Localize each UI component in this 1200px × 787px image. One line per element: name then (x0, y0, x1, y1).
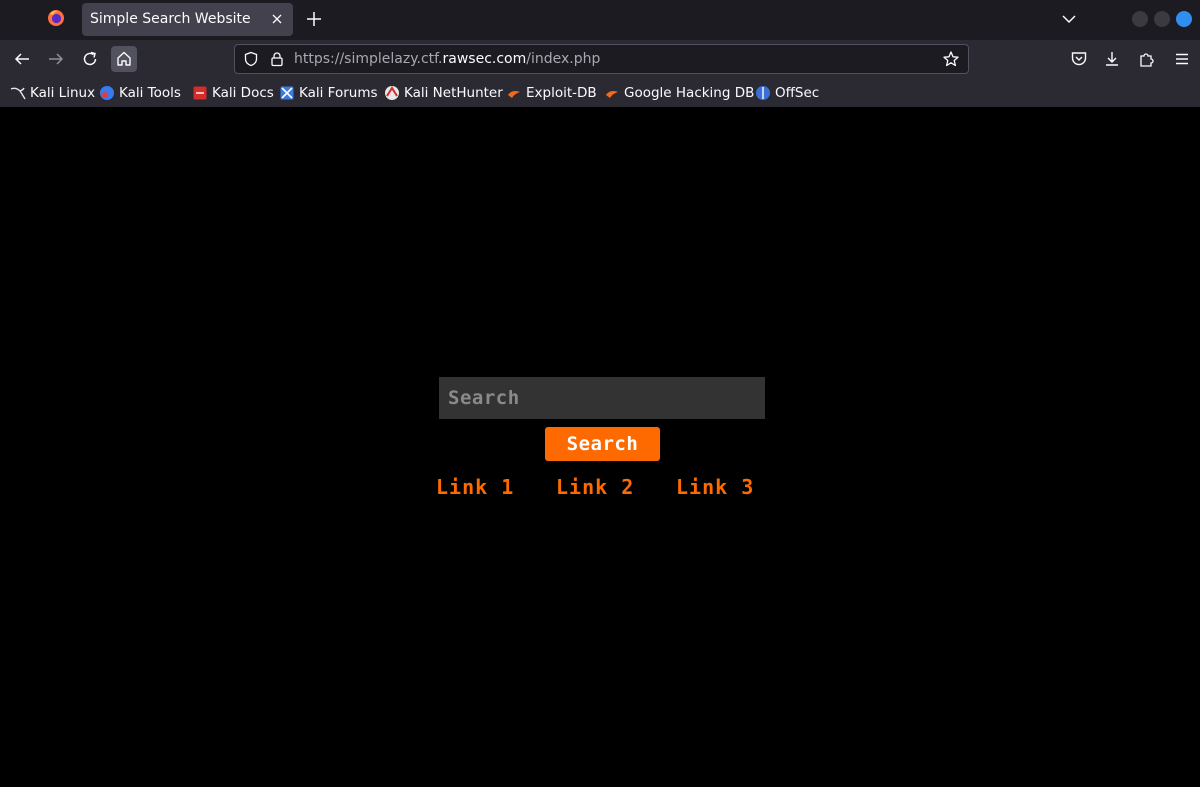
bookmark-label: Kali Docs (212, 85, 274, 101)
home-icon[interactable] (111, 46, 137, 72)
kali-docs-icon (192, 85, 208, 101)
tracking-protection-shield-icon[interactable] (243, 51, 259, 67)
bookmark-kali-nethunter[interactable]: Kali NetHunter (384, 84, 503, 102)
bookmark-star-icon[interactable] (942, 50, 960, 68)
bookmark-label: OffSec (775, 85, 820, 101)
bookmark-exploit-db[interactable]: Exploit-DB (506, 84, 597, 102)
bookmark-label: Google Hacking DB (624, 85, 755, 101)
kali-dragon-icon (10, 85, 26, 101)
tab-strip: Simple Search Website (0, 0, 1200, 40)
maximize-window-button[interactable] (1154, 11, 1170, 27)
forward-arrow-icon[interactable] (43, 46, 69, 72)
bookmark-offsec[interactable]: OffSec (755, 84, 819, 102)
firefox-logo-icon[interactable] (47, 9, 65, 27)
hamburger-menu-icon[interactable] (1172, 49, 1192, 69)
kali-forums-icon (279, 85, 295, 101)
close-window-button[interactable] (1176, 11, 1192, 27)
tab-title: Simple Search Website (90, 11, 251, 27)
minimize-window-button[interactable] (1132, 11, 1148, 27)
lock-icon[interactable] (269, 51, 285, 67)
exploit-db-icon (506, 85, 522, 101)
close-tab-icon[interactable] (267, 9, 287, 29)
bookmark-label: Kali Linux (30, 85, 96, 101)
browser-tab[interactable]: Simple Search Website (82, 3, 293, 36)
url-path: /index.php (526, 51, 601, 67)
bookmark-label: Kali Tools (119, 85, 181, 101)
link-1[interactable]: Link 1 (436, 475, 514, 499)
url-prefix: https://simplelazy.ctf. (294, 51, 443, 67)
search-input[interactable] (439, 377, 765, 419)
search-button[interactable]: Search (545, 427, 660, 461)
chevron-down-icon[interactable] (1058, 8, 1080, 30)
reload-icon[interactable] (77, 46, 103, 72)
bookmarks-toolbar: Kali Linux Kali Tools Kali Docs Kali For… (0, 78, 1200, 107)
kali-nethunter-icon (384, 85, 400, 101)
download-icon[interactable] (1102, 49, 1122, 69)
bookmark-label: Kali NetHunter (404, 85, 503, 101)
bookmark-label: Kali Forums (299, 85, 378, 101)
page-content: Search Link 1 Link 2 Link 3 (0, 107, 1200, 787)
new-tab-icon[interactable] (302, 7, 326, 31)
url-domain: rawsec.com (442, 51, 527, 67)
extensions-puzzle-icon[interactable] (1137, 49, 1157, 69)
pocket-icon[interactable] (1069, 49, 1089, 69)
offsec-icon (755, 85, 771, 101)
ghdb-icon (604, 85, 620, 101)
kali-tools-icon (99, 85, 115, 101)
bookmark-label: Exploit-DB (526, 85, 597, 101)
bookmark-kali-linux[interactable]: Kali Linux (10, 84, 95, 102)
link-2[interactable]: Link 2 (556, 475, 634, 499)
bookmark-google-hacking-db[interactable]: Google Hacking DB (604, 84, 754, 102)
url-text[interactable]: https://simplelazy.ctf.rawsec.com/index.… (294, 51, 600, 67)
back-arrow-icon[interactable] (9, 46, 35, 72)
bookmark-kali-tools[interactable]: Kali Tools (99, 84, 181, 102)
bookmark-kali-docs[interactable]: Kali Docs (192, 84, 274, 102)
link-3[interactable]: Link 3 (676, 475, 754, 499)
address-bar[interactable]: https://simplelazy.ctf.rawsec.com/index.… (234, 44, 969, 74)
bookmark-kali-forums[interactable]: Kali Forums (279, 84, 378, 102)
navigation-bar: https://simplelazy.ctf.rawsec.com/index.… (0, 40, 1200, 78)
